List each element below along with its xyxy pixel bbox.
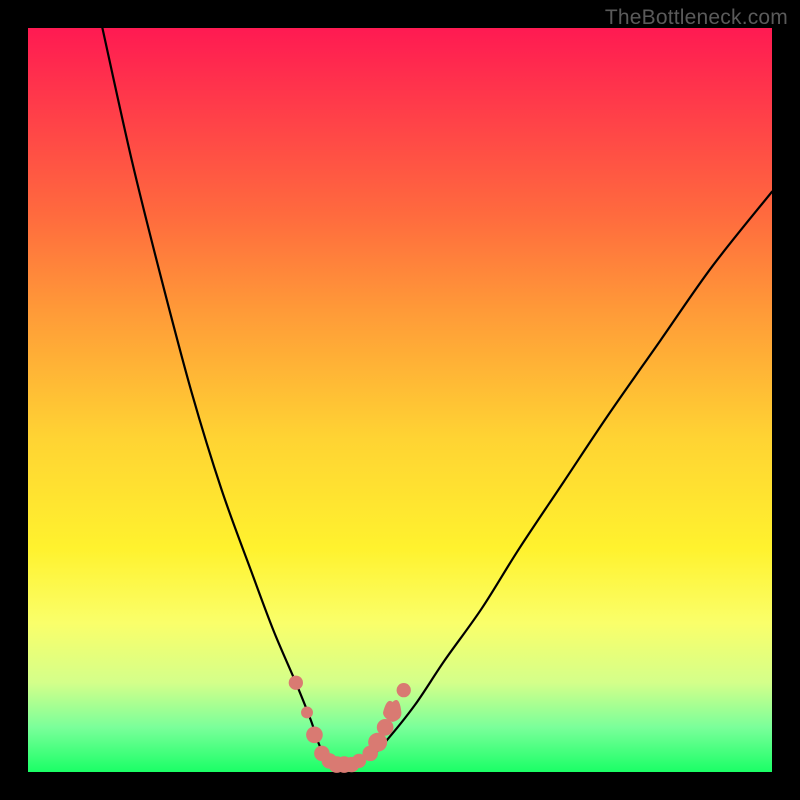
data-marker-flame — [383, 700, 401, 722]
bottleneck-curve — [102, 28, 772, 765]
chart-svg — [28, 28, 772, 772]
chart-plot-area — [28, 28, 772, 772]
data-marker — [377, 719, 394, 736]
data-marker — [289, 676, 303, 690]
data-marker — [397, 683, 411, 697]
data-marker — [306, 726, 323, 743]
data-marker — [301, 707, 313, 719]
data-markers-group — [289, 676, 411, 773]
watermark-text: TheBottleneck.com — [605, 6, 788, 30]
